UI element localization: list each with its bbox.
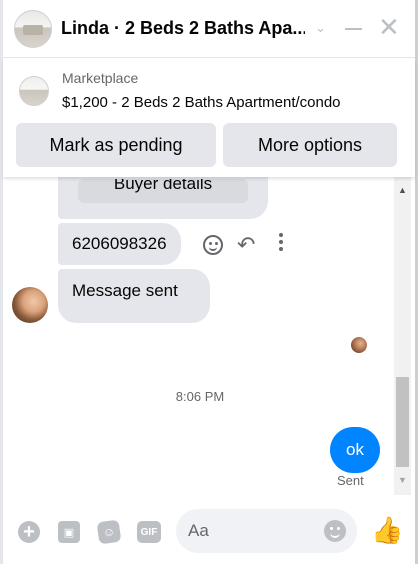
more-options-button[interactable]: More options bbox=[223, 123, 397, 167]
plus-icon[interactable]: + bbox=[18, 521, 40, 543]
buyer-details-button[interactable]: Buyer details bbox=[78, 179, 248, 203]
scrollbar[interactable]: ▲ ▼ bbox=[394, 177, 411, 495]
listing-title[interactable]: $1,200 - 2 Beds 2 Baths Apartment/condo bbox=[62, 94, 341, 111]
chat-title[interactable]: Linda · 2 Beds 2 Baths Apa... bbox=[61, 18, 305, 39]
minimize-icon[interactable] bbox=[345, 28, 362, 30]
mark-as-pending-button[interactable]: Mark as pending bbox=[16, 123, 216, 167]
phone-number-bubble[interactable]: 6206098326 bbox=[58, 223, 181, 265]
gif-label: GIF bbox=[140, 526, 158, 538]
message-sent-text: Message sent bbox=[72, 281, 178, 300]
marketplace-label: Marketplace bbox=[62, 70, 139, 86]
scrollbar-thumb[interactable] bbox=[396, 377, 409, 467]
message-input[interactable] bbox=[188, 509, 308, 553]
sent-status: Sent bbox=[337, 473, 364, 488]
close-icon[interactable]: ✕ bbox=[378, 14, 400, 40]
ok-message-text: ok bbox=[346, 440, 364, 459]
sender-avatar[interactable] bbox=[12, 287, 48, 323]
photo-icon[interactable]: ▣ bbox=[58, 521, 80, 543]
listing-thumbnail[interactable] bbox=[19, 76, 49, 106]
listing-avatar[interactable] bbox=[14, 9, 52, 48]
react-emoji-icon[interactable] bbox=[203, 235, 223, 255]
marketplace-panel: Marketplace $1,200 - 2 Beds 2 Baths Apar… bbox=[3, 59, 415, 177]
emoji-icon[interactable] bbox=[324, 520, 346, 542]
chevron-down-icon[interactable]: ⌄ bbox=[315, 20, 326, 36]
buyer-details-bubble: Buyer details bbox=[58, 177, 268, 219]
thumbs-up-icon[interactable]: 👍 bbox=[371, 515, 403, 545]
message-timestamp: 8:06 PM bbox=[175, 389, 225, 404]
sticker-icon[interactable]: ☺ bbox=[96, 519, 122, 545]
seen-indicator-avatar bbox=[351, 337, 367, 353]
chat-header: Linda · 2 Beds 2 Baths Apa... ⌄ ✕ bbox=[3, 0, 415, 58]
message-input-container bbox=[176, 509, 357, 553]
gif-icon[interactable]: GIF bbox=[137, 521, 161, 543]
scroll-up-arrow-icon[interactable]: ▲ bbox=[394, 185, 411, 195]
phone-number-text: 6206098326 bbox=[72, 234, 167, 253]
ok-message-bubble[interactable]: ok bbox=[330, 427, 380, 473]
reply-icon[interactable]: ↶ bbox=[237, 232, 255, 258]
message-list: Buyer details 6206098326 ↶ Message sent … bbox=[3, 177, 415, 495]
scroll-down-arrow-icon[interactable]: ▼ bbox=[394, 475, 411, 485]
message-composer: + ▣ ☺ GIF 👍 bbox=[3, 495, 415, 564]
message-sent-bubble[interactable]: Message sent bbox=[58, 269, 210, 323]
more-actions-icon[interactable] bbox=[279, 233, 283, 251]
